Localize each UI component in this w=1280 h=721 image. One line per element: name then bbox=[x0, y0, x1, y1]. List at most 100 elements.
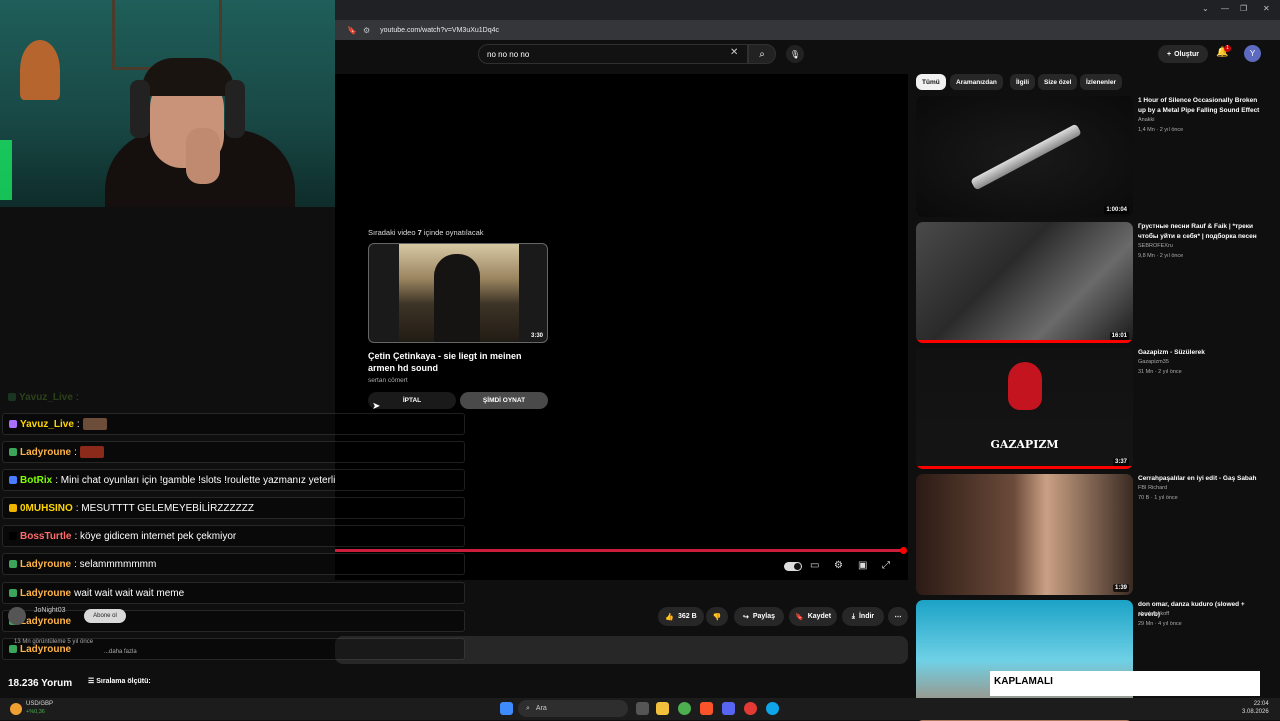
stream-overlay-text: KAPLAMALI bbox=[994, 676, 1053, 687]
rec-duration: 3:37 bbox=[1112, 458, 1129, 466]
more-actions-button[interactable]: ⋯ bbox=[888, 607, 908, 626]
rec-thumbnail[interactable]: 1:00:04 bbox=[916, 96, 1133, 217]
mouse-cursor-icon: ➤ bbox=[372, 401, 381, 412]
rec-channel[interactable]: Anakki bbox=[1138, 117, 1155, 123]
edge-icon[interactable] bbox=[766, 702, 779, 715]
thumbs-down-icon: 👎 bbox=[712, 613, 722, 621]
channel-name[interactable]: JoNight03 bbox=[34, 607, 66, 614]
webcam-hair bbox=[142, 58, 234, 96]
taskbar-search[interactable]: ⌕ Ara bbox=[518, 700, 628, 717]
rec-thumbnail[interactable]: 1:39 bbox=[916, 474, 1133, 595]
chrome-icon[interactable] bbox=[678, 702, 691, 715]
obs-icon[interactable] bbox=[744, 702, 757, 715]
chat-text: : bbox=[76, 418, 80, 430]
thumb-text: GAZAPIZM bbox=[990, 438, 1059, 451]
save-label: Kaydet bbox=[807, 613, 832, 620]
clear-search-icon[interactable]: ✕ bbox=[730, 47, 738, 58]
rec-thumbnail[interactable]: GAZAPIZM 3:37 bbox=[916, 348, 1133, 469]
windows-start-icon[interactable] bbox=[500, 702, 513, 715]
sort-button[interactable]: ☰ Sıralama ölçütü: bbox=[88, 677, 151, 685]
subscribe-button[interactable]: Abone ol bbox=[84, 609, 126, 623]
fullscreen-icon[interactable]: ⤢ bbox=[882, 560, 890, 571]
chip-2[interactable]: İlgili bbox=[1010, 74, 1035, 90]
upnext-channel: sertan cömert bbox=[368, 377, 408, 384]
upnext-person bbox=[434, 254, 480, 342]
autoplay-toggle[interactable] bbox=[784, 562, 802, 571]
chip-3[interactable]: Size özel bbox=[1038, 74, 1078, 90]
more-link[interactable]: ...daha fazla bbox=[104, 649, 137, 655]
chat-badge-icon bbox=[9, 476, 17, 484]
chat-badge-icon bbox=[9, 589, 17, 597]
rec-title[interactable]: Gazapizm - Süzülerek bbox=[1138, 348, 1263, 358]
create-button[interactable]: + Oluştur bbox=[1158, 45, 1208, 63]
chat-message: 0MUHSINO: MESUTTTT GELEMEYEBİLİRZZZZZZ bbox=[2, 497, 465, 519]
chat-text: : köye gidicem internet pek çekmiyor bbox=[74, 530, 237, 542]
plus-icon: + bbox=[1167, 50, 1172, 58]
file-explorer-icon[interactable] bbox=[656, 702, 669, 715]
download-label: İndir bbox=[858, 613, 875, 620]
webcam-hand bbox=[186, 128, 220, 184]
rec-channel[interactable]: SEBROFEXru bbox=[1138, 243, 1173, 249]
chat-message: Ladyroune: bbox=[2, 441, 465, 463]
upnext-prefix: Sıradaki video bbox=[368, 228, 418, 237]
chat-message: Ladyroune: selammmmmmm bbox=[2, 553, 465, 575]
progress-scrubber[interactable] bbox=[900, 547, 907, 554]
save-button[interactable]: 🔖 Kaydet bbox=[789, 607, 837, 626]
rec-meta: 31 Mn · 2 yıl önce bbox=[1138, 369, 1182, 375]
chat-badge-icon bbox=[9, 560, 17, 568]
rec-title[interactable]: 1 Hour of Silence Occasionally Broken up… bbox=[1138, 96, 1263, 115]
progress-bar[interactable] bbox=[335, 549, 905, 552]
chip-4[interactable]: İzlenenler bbox=[1080, 74, 1122, 90]
chat-text: : bbox=[75, 391, 79, 403]
like-count: 362 B bbox=[678, 613, 697, 620]
rec-title[interactable]: Cerrahpaşalılar en iyi edit - Gaş Sabah bbox=[1138, 474, 1263, 484]
upnext-title[interactable]: Çetin Çetinkaya - sie liegt in meinen ar… bbox=[368, 350, 548, 374]
task-view-icon[interactable] bbox=[636, 702, 649, 715]
miniplayer-icon[interactable]: ▣ bbox=[858, 560, 867, 571]
share-button[interactable]: ↪ Paylaş bbox=[734, 607, 784, 626]
site-info-icon[interactable]: ⚙ bbox=[363, 26, 370, 35]
voice-search-button[interactable]: 🎙 bbox=[786, 45, 804, 63]
chip-0[interactable]: Tümü bbox=[916, 74, 946, 90]
rec-duration: 1:39 bbox=[1112, 584, 1129, 592]
upnext-duration: 3:30 bbox=[530, 333, 543, 339]
discord-icon[interactable] bbox=[722, 702, 735, 715]
rec-thumbnail[interactable]: 16:01 bbox=[916, 222, 1133, 343]
chat-username: 0MUHSINO bbox=[20, 502, 73, 514]
avatar[interactable]: Y bbox=[1244, 45, 1261, 62]
webcam-light bbox=[0, 140, 12, 200]
chat-message: Ladyroune wait wait wait wait meme bbox=[2, 582, 465, 604]
like-button[interactable]: 👍 362 B bbox=[658, 607, 704, 626]
chip-1[interactable]: Aramanızdan bbox=[950, 74, 1003, 90]
brave-icon[interactable] bbox=[700, 702, 713, 715]
upnext-countdown: Sıradaki video 7 içinde oynatılacak bbox=[368, 228, 484, 237]
rec-meta: 29 Mn · 4 yıl önce bbox=[1138, 621, 1182, 627]
rec-duration: 16:01 bbox=[1109, 332, 1129, 340]
chat-username: Ladyroune bbox=[20, 558, 72, 570]
restore-icon[interactable]: ❐ bbox=[1240, 4, 1247, 13]
ticker-name[interactable]: USD/GBP bbox=[26, 701, 53, 707]
dislike-button[interactable]: 👎 bbox=[706, 607, 728, 626]
search-input[interactable]: no no no no bbox=[478, 44, 748, 64]
minimize-icon[interactable]: — bbox=[1221, 4, 1229, 13]
chat-username: Yavuz_Live bbox=[20, 418, 74, 430]
chevron-down-icon[interactable]: ⌄ bbox=[1202, 4, 1209, 13]
rec-channel[interactable]: FBI Richard bbox=[1138, 485, 1167, 491]
comment-count: 18.236 Yorum bbox=[8, 678, 73, 689]
share-label: Paylaş bbox=[752, 613, 776, 620]
rec-title[interactable]: Грустные песни Rauf & Faik | *треки чтоб… bbox=[1138, 222, 1263, 241]
system-clock[interactable]: 22:04 3.08.2026 bbox=[1242, 700, 1269, 716]
upnext-thumbnail[interactable]: 3:30 bbox=[368, 243, 548, 343]
settings-gear-icon[interactable]: ⚙ bbox=[834, 560, 843, 571]
rec-channel[interactable]: abcdefuckoff bbox=[1138, 611, 1169, 617]
close-window-icon[interactable]: ✕ bbox=[1263, 4, 1270, 13]
channel-avatar[interactable] bbox=[8, 607, 26, 625]
subtitles-icon[interactable]: ▭ bbox=[810, 560, 819, 571]
url-text[interactable]: youtube.com/watch?v=VM3uXu1Dq4c bbox=[380, 27, 499, 34]
address-bar[interactable]: 🔖 ⚙ youtube.com/watch?v=VM3uXu1Dq4c bbox=[335, 20, 1280, 40]
bookmark-icon[interactable]: 🔖 bbox=[347, 26, 357, 35]
play-now-button[interactable]: ŞİMDİ OYNAT bbox=[460, 392, 548, 409]
rec-channel[interactable]: Gazapizm35 bbox=[1138, 359, 1169, 365]
download-button[interactable]: ⤓ İndir bbox=[842, 607, 884, 626]
search-button[interactable]: ⌕ bbox=[748, 44, 776, 64]
